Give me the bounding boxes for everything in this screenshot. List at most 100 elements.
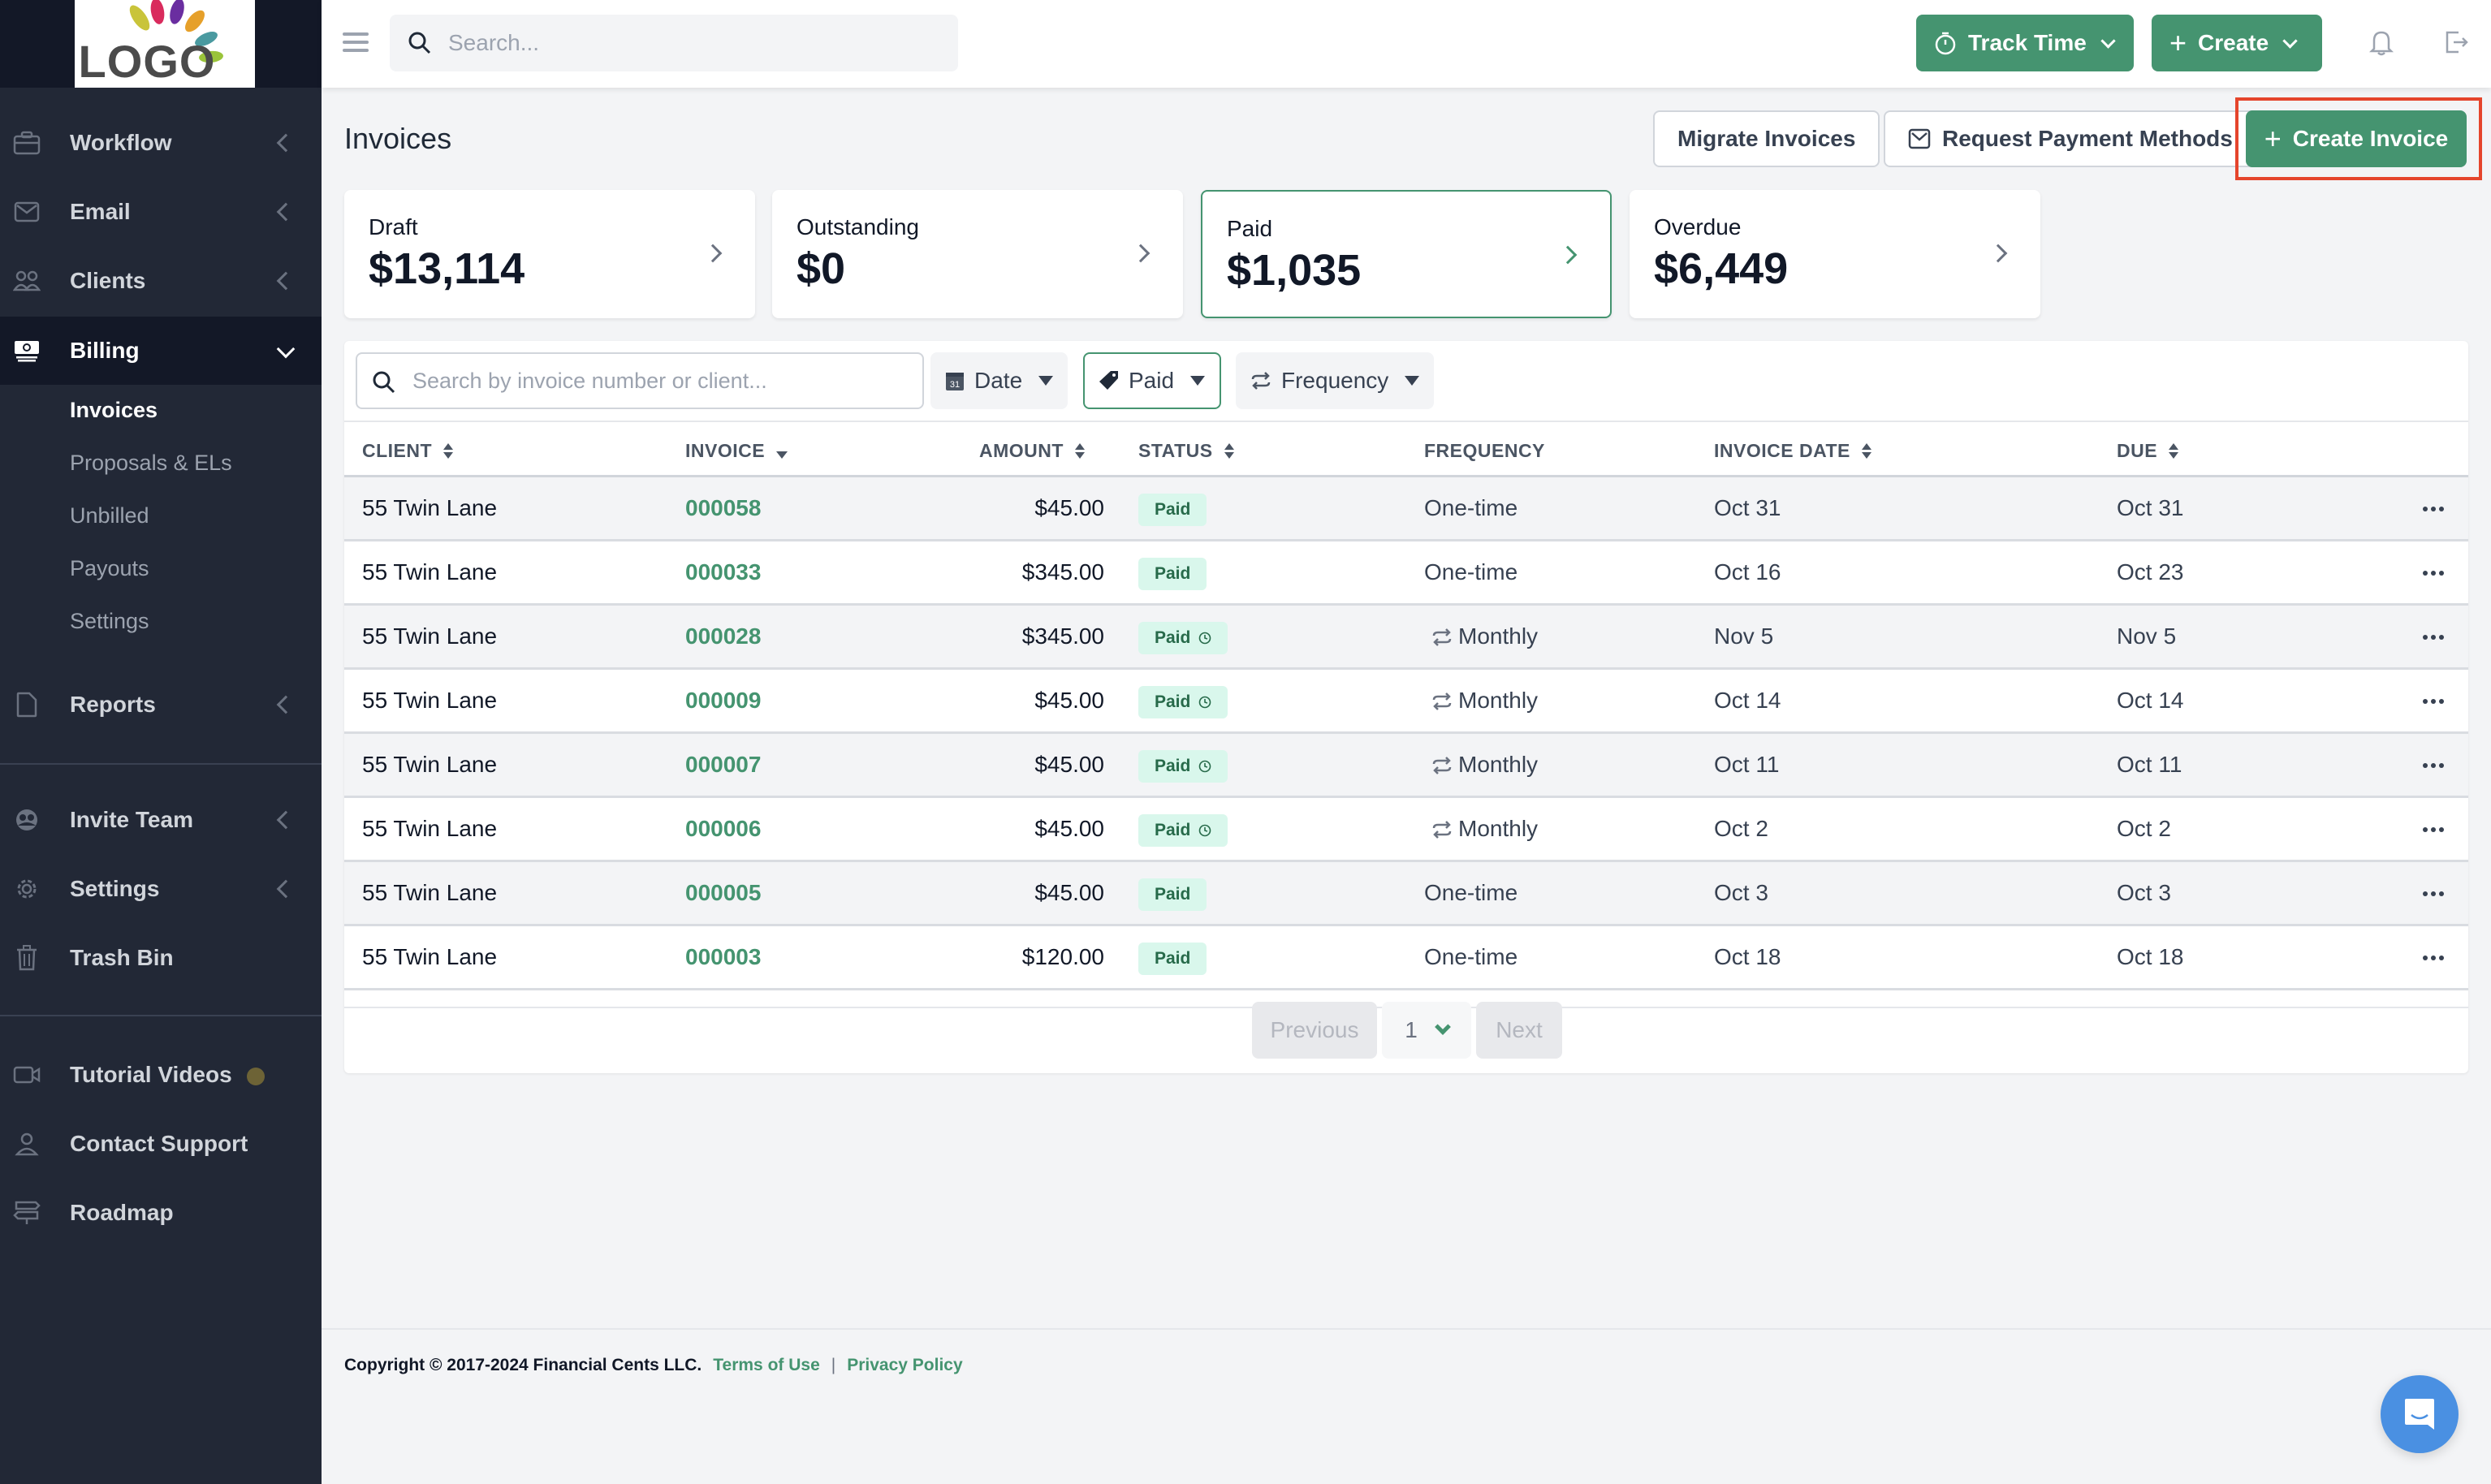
page-select[interactable]: 1 [1382,1002,1471,1059]
bell-icon[interactable] [2369,29,2394,57]
logout-icon[interactable] [2444,29,2470,55]
more-actions-icon[interactable] [2423,699,2444,704]
chat-support-button[interactable] [2381,1375,2459,1453]
next-page-button[interactable]: Next [1476,1002,1562,1059]
amount-cell: $120.00 [1021,944,1104,969]
mail-icon [1908,128,1931,149]
invoice-number-link[interactable]: 000009 [685,688,761,714]
sidebar-item-clients[interactable]: Clients [0,247,322,315]
frequency-text: Monthly [1458,816,1539,841]
invoice-number-link[interactable]: 000006 [685,816,761,842]
summary-card-draft[interactable]: Draft $13,114 [344,190,755,318]
column-label: FREQUENCY [1424,440,1545,461]
gear-icon [13,875,41,903]
table-row[interactable]: 55 Twin Lane 000009 $45.00 Paid Monthly Oct 1… [344,670,2468,734]
sidebar-subitem-invoices[interactable]: Invoices [70,398,158,423]
more-actions-icon[interactable] [2423,956,2444,960]
sidebar-item-workflow[interactable]: Workflow [0,109,322,177]
sidebar-item-tutorial-videos[interactable]: Tutorial Videos [0,1041,322,1109]
table-row[interactable]: 55 Twin Lane 000033 $345.00 Paid One-time Oct… [344,541,2468,606]
sidebar-item-email[interactable]: Email [0,178,322,246]
sidebar-item-contact-support[interactable]: Contact Support [0,1110,322,1178]
due-date-cell: Oct 18 [2117,944,2184,969]
global-search[interactable] [390,15,958,71]
track-time-button[interactable]: Track Time [1916,15,2134,71]
card-title: Paid [1227,216,1273,241]
sidebar-item-roadmap[interactable]: Roadmap [0,1179,322,1247]
create-button[interactable]: + Create [2152,15,2322,71]
invoice-number-link[interactable]: 000058 [685,495,761,521]
sort-icon [1074,443,1085,459]
terms-of-use-link[interactable]: Terms of Use [713,1356,820,1375]
sidebar-item-invite-team[interactable]: Invite Team [0,786,322,854]
previous-page-button[interactable]: Previous [1252,1002,1377,1059]
table-row[interactable]: 55 Twin Lane 000006 $45.00 Paid Monthly Oct 2… [344,798,2468,862]
document-icon [13,691,41,718]
sidebar-subitem-unbilled[interactable]: Unbilled [70,503,149,528]
request-payment-methods-button[interactable]: Request Payment Methods [1884,110,2257,167]
amount-cell: $45.00 [1034,752,1104,777]
global-search-input[interactable] [448,15,935,71]
privacy-policy-link[interactable]: Privacy Policy [847,1356,962,1375]
date-filter[interactable]: 31 Date [930,352,1068,409]
more-actions-icon[interactable] [2423,891,2444,896]
more-actions-icon[interactable] [2423,763,2444,768]
sidebar-subitem-settings[interactable]: Settings [70,609,149,634]
column-header-client[interactable]: CLIENT [362,440,454,462]
menu-toggle-icon[interactable] [343,32,369,52]
logo[interactable]: LOGO [75,0,255,88]
migrate-invoices-button[interactable]: Migrate Invoices [1653,110,1880,167]
current-page: 1 [1405,1017,1418,1042]
tutorial-videos-text: Tutorial Videos [70,1062,232,1087]
summary-card-outstanding[interactable]: Outstanding $0 [772,190,1183,318]
column-header-amount[interactable]: AMOUNT [979,440,1085,462]
create-invoice-button[interactable]: + Create Invoice [2246,110,2467,167]
status-badge: Paid [1138,750,1228,783]
invoice-number-link[interactable]: 000033 [685,559,761,585]
card-value: $6,449 [1654,244,1789,293]
frequency-cell: Monthly [1431,816,1538,842]
invoice-number-link[interactable]: 000007 [685,752,761,778]
column-header-due[interactable]: DUE [2117,440,2179,462]
next-label: Next [1496,1017,1543,1042]
more-actions-icon[interactable] [2423,827,2444,832]
track-time-label: Track Time [1968,30,2087,55]
search-icon [408,32,431,54]
status-text: Paid [1155,692,1191,711]
amount-cell: $45.00 [1034,816,1104,841]
invoice-number-link[interactable]: 000005 [685,880,761,906]
more-actions-icon[interactable] [2423,571,2444,576]
status-badge: Paid [1138,558,1207,590]
sidebar-item-label: Contact Support [70,1131,248,1156]
sidebar-item-reports[interactable]: Reports [0,671,322,739]
sidebar-subitem-payouts[interactable]: Payouts [70,556,149,581]
invoice-search-input[interactable] [412,354,916,408]
summary-card-paid[interactable]: Paid $1,035 [1201,190,1612,318]
column-header-invoice[interactable]: INVOICE [685,440,788,462]
invoice-search[interactable] [356,352,924,409]
sidebar-item-trash-bin[interactable]: Trash Bin [0,924,322,992]
chevron-left-icon [276,810,296,830]
column-header-invoice-date[interactable]: INVOICE DATE [1714,440,1871,462]
table-row[interactable]: 55 Twin Lane 000007 $45.00 Paid Monthly Oct 1… [344,734,2468,798]
more-actions-icon[interactable] [2423,635,2444,640]
table-row[interactable]: 55 Twin Lane 000005 $45.00 Paid One-time Oct … [344,862,2468,926]
create-invoice-label: Create Invoice [2292,126,2449,151]
table-row[interactable]: 55 Twin Lane 000058 $45.00 Paid One-time Oct … [344,477,2468,541]
invoice-number-link[interactable]: 000028 [685,623,761,649]
sidebar-item-label: Settings [70,876,160,901]
client-cell: 55 Twin Lane [362,559,498,585]
due-date-cell: Oct 11 [2117,752,2182,777]
table-row[interactable]: 55 Twin Lane 000003 $120.00 Paid One-time Oct… [344,926,2468,990]
sidebar-item-billing[interactable]: Billing [0,317,322,385]
more-actions-icon[interactable] [2423,507,2444,511]
summary-card-overdue[interactable]: Overdue $6,449 [1630,190,2040,318]
date-filter-label: Date [974,368,1023,393]
sidebar-subitem-proposals[interactable]: Proposals & ELs [70,451,232,476]
status-filter[interactable]: Paid [1083,352,1222,409]
table-row[interactable]: 55 Twin Lane 000028 $345.00 Paid Monthly Nov … [344,606,2468,670]
column-header-status[interactable]: STATUS [1138,440,1234,462]
invoice-number-link[interactable]: 000003 [685,944,761,970]
sidebar-item-settings[interactable]: Settings [0,855,322,923]
frequency-filter[interactable]: Frequency [1236,352,1435,409]
